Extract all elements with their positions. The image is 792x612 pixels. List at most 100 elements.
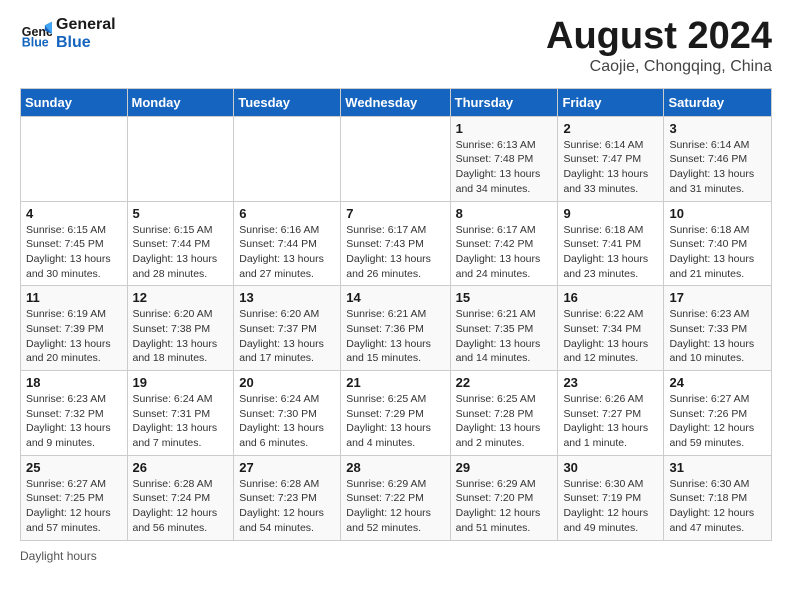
day-info: Sunrise: 6:25 AM Sunset: 7:29 PM Dayligh… xyxy=(346,392,444,451)
day-info: Sunrise: 6:29 AM Sunset: 7:22 PM Dayligh… xyxy=(346,477,444,536)
calendar-cell: 8 Sunrise: 6:17 AM Sunset: 7:42 PM Daylig… xyxy=(450,201,558,286)
day-info: Sunrise: 6:16 AM Sunset: 7:44 PM Dayligh… xyxy=(239,223,335,282)
day-header-monday: Monday xyxy=(127,88,234,116)
week-row-1: 1 Sunrise: 6:13 AM Sunset: 7:48 PM Daylig… xyxy=(21,116,772,201)
calendar-cell: 20 Sunrise: 6:24 AM Sunset: 7:30 PM Dayli… xyxy=(234,371,341,456)
calendar-cell: 6 Sunrise: 6:16 AM Sunset: 7:44 PM Daylig… xyxy=(234,201,341,286)
day-header-tuesday: Tuesday xyxy=(234,88,341,116)
day-number: 10 xyxy=(669,206,766,221)
day-info: Sunrise: 6:15 AM Sunset: 7:44 PM Dayligh… xyxy=(133,223,229,282)
day-info: Sunrise: 6:28 AM Sunset: 7:23 PM Dayligh… xyxy=(239,477,335,536)
day-number: 11 xyxy=(26,290,122,305)
day-number: 8 xyxy=(456,206,553,221)
day-number: 22 xyxy=(456,375,553,390)
calendar-cell xyxy=(127,116,234,201)
calendar-cell xyxy=(341,116,450,201)
calendar-cell: 25Sunrise: 6:27 AM Sunset: 7:25 PM Dayli… xyxy=(21,455,128,540)
day-info: Sunrise: 6:24 AM Sunset: 7:31 PM Dayligh… xyxy=(133,392,229,451)
day-info: Sunrise: 6:22 AM Sunset: 7:34 PM Dayligh… xyxy=(563,307,658,366)
calendar-cell: 15 Sunrise: 6:21 AM Sunset: 7:35 PM Dayli… xyxy=(450,286,558,371)
calendar-table: SundayMondayTuesdayWednesdayThursdayFrid… xyxy=(20,88,772,541)
day-number: 3 xyxy=(669,121,766,136)
day-number: 24 xyxy=(669,375,766,390)
day-info: Sunrise: 6:26 AM Sunset: 7:27 PM Dayligh… xyxy=(563,392,658,451)
calendar-subtitle: Caojie, Chongqing, China xyxy=(546,58,772,76)
day-number: 1 xyxy=(456,121,553,136)
day-info: Sunrise: 6:28 AM Sunset: 7:24 PM Dayligh… xyxy=(133,477,229,536)
day-info: Sunrise: 6:21 AM Sunset: 7:36 PM Dayligh… xyxy=(346,307,444,366)
day-number: 12 xyxy=(133,290,229,305)
day-number: 26 xyxy=(133,460,229,475)
calendar-title: August 2024 xyxy=(546,16,772,58)
day-info: Sunrise: 6:13 AM Sunset: 7:48 PM Dayligh… xyxy=(456,138,553,197)
week-row-5: 25Sunrise: 6:27 AM Sunset: 7:25 PM Dayli… xyxy=(21,455,772,540)
day-number: 31 xyxy=(669,460,766,475)
day-number: 6 xyxy=(239,206,335,221)
calendar-cell: 18Sunrise: 6:23 AM Sunset: 7:32 PM Dayli… xyxy=(21,371,128,456)
day-info: Sunrise: 6:17 AM Sunset: 7:42 PM Dayligh… xyxy=(456,223,553,282)
day-number: 30 xyxy=(563,460,658,475)
day-number: 14 xyxy=(346,290,444,305)
title-area: August 2024 Caojie, Chongqing, China xyxy=(546,16,772,76)
day-number: 13 xyxy=(239,290,335,305)
day-info: Sunrise: 6:30 AM Sunset: 7:19 PM Dayligh… xyxy=(563,477,658,536)
day-info: Sunrise: 6:29 AM Sunset: 7:20 PM Dayligh… xyxy=(456,477,553,536)
day-info: Sunrise: 6:20 AM Sunset: 7:38 PM Dayligh… xyxy=(133,307,229,366)
day-header-saturday: Saturday xyxy=(664,88,772,116)
footer-note: Daylight hours xyxy=(20,549,772,563)
day-info: Sunrise: 6:25 AM Sunset: 7:28 PM Dayligh… xyxy=(456,392,553,451)
calendar-cell: 12 Sunrise: 6:20 AM Sunset: 7:38 PM Dayli… xyxy=(127,286,234,371)
logo-blue: Blue xyxy=(56,34,116,52)
calendar-cell: 17 Sunrise: 6:23 AM Sunset: 7:33 PM Dayli… xyxy=(664,286,772,371)
calendar-cell: 16 Sunrise: 6:22 AM Sunset: 7:34 PM Dayli… xyxy=(558,286,664,371)
day-header-friday: Friday xyxy=(558,88,664,116)
day-info: Sunrise: 6:14 AM Sunset: 7:46 PM Dayligh… xyxy=(669,138,766,197)
week-row-3: 11 Sunrise: 6:19 AM Sunset: 7:39 PM Dayli… xyxy=(21,286,772,371)
day-info: Sunrise: 6:18 AM Sunset: 7:41 PM Dayligh… xyxy=(563,223,658,282)
logo: General Blue General Blue xyxy=(20,16,116,53)
day-info: Sunrise: 6:27 AM Sunset: 7:26 PM Dayligh… xyxy=(669,392,766,451)
calendar-cell: 26 Sunrise: 6:28 AM Sunset: 7:24 PM Dayli… xyxy=(127,455,234,540)
day-info: Sunrise: 6:18 AM Sunset: 7:40 PM Dayligh… xyxy=(669,223,766,282)
day-header-thursday: Thursday xyxy=(450,88,558,116)
week-row-4: 18Sunrise: 6:23 AM Sunset: 7:32 PM Dayli… xyxy=(21,371,772,456)
day-info: Sunrise: 6:21 AM Sunset: 7:35 PM Dayligh… xyxy=(456,307,553,366)
week-row-2: 4Sunrise: 6:15 AM Sunset: 7:45 PM Daylig… xyxy=(21,201,772,286)
calendar-cell: 10 Sunrise: 6:18 AM Sunset: 7:40 PM Dayli… xyxy=(664,201,772,286)
day-number: 4 xyxy=(26,206,122,221)
calendar-cell xyxy=(234,116,341,201)
day-info: Sunrise: 6:30 AM Sunset: 7:18 PM Dayligh… xyxy=(669,477,766,536)
day-number: 2 xyxy=(563,121,658,136)
day-number: 19 xyxy=(133,375,229,390)
day-info: Sunrise: 6:23 AM Sunset: 7:33 PM Dayligh… xyxy=(669,307,766,366)
calendar-cell: 28 Sunrise: 6:29 AM Sunset: 7:22 PM Dayli… xyxy=(341,455,450,540)
calendar-cell: 31 Sunrise: 6:30 AM Sunset: 7:18 PM Dayli… xyxy=(664,455,772,540)
day-number: 29 xyxy=(456,460,553,475)
calendar-cell: 1 Sunrise: 6:13 AM Sunset: 7:48 PM Daylig… xyxy=(450,116,558,201)
calendar-cell: 23 Sunrise: 6:26 AM Sunset: 7:27 PM Dayli… xyxy=(558,371,664,456)
day-number: 20 xyxy=(239,375,335,390)
day-number: 5 xyxy=(133,206,229,221)
logo-general: General xyxy=(56,16,116,34)
calendar-cell: 5 Sunrise: 6:15 AM Sunset: 7:44 PM Daylig… xyxy=(127,201,234,286)
day-number: 7 xyxy=(346,206,444,221)
logo-icon: General Blue xyxy=(20,18,52,50)
calendar-cell xyxy=(21,116,128,201)
calendar-cell: 11 Sunrise: 6:19 AM Sunset: 7:39 PM Dayli… xyxy=(21,286,128,371)
day-header-sunday: Sunday xyxy=(21,88,128,116)
day-info: Sunrise: 6:24 AM Sunset: 7:30 PM Dayligh… xyxy=(239,392,335,451)
header: General Blue General Blue August 2024 Ca… xyxy=(20,16,772,76)
calendar-cell: 21Sunrise: 6:25 AM Sunset: 7:29 PM Dayli… xyxy=(341,371,450,456)
day-number: 16 xyxy=(563,290,658,305)
day-info: Sunrise: 6:17 AM Sunset: 7:43 PM Dayligh… xyxy=(346,223,444,282)
day-number: 23 xyxy=(563,375,658,390)
day-number: 17 xyxy=(669,290,766,305)
calendar-cell: 14 Sunrise: 6:21 AM Sunset: 7:36 PM Dayli… xyxy=(341,286,450,371)
day-info: Sunrise: 6:20 AM Sunset: 7:37 PM Dayligh… xyxy=(239,307,335,366)
header-row: SundayMondayTuesdayWednesdayThursdayFrid… xyxy=(21,88,772,116)
day-info: Sunrise: 6:19 AM Sunset: 7:39 PM Dayligh… xyxy=(26,307,122,366)
day-number: 28 xyxy=(346,460,444,475)
day-number: 15 xyxy=(456,290,553,305)
day-info: Sunrise: 6:23 AM Sunset: 7:32 PM Dayligh… xyxy=(26,392,122,451)
calendar-cell: 24 Sunrise: 6:27 AM Sunset: 7:26 PM Dayli… xyxy=(664,371,772,456)
